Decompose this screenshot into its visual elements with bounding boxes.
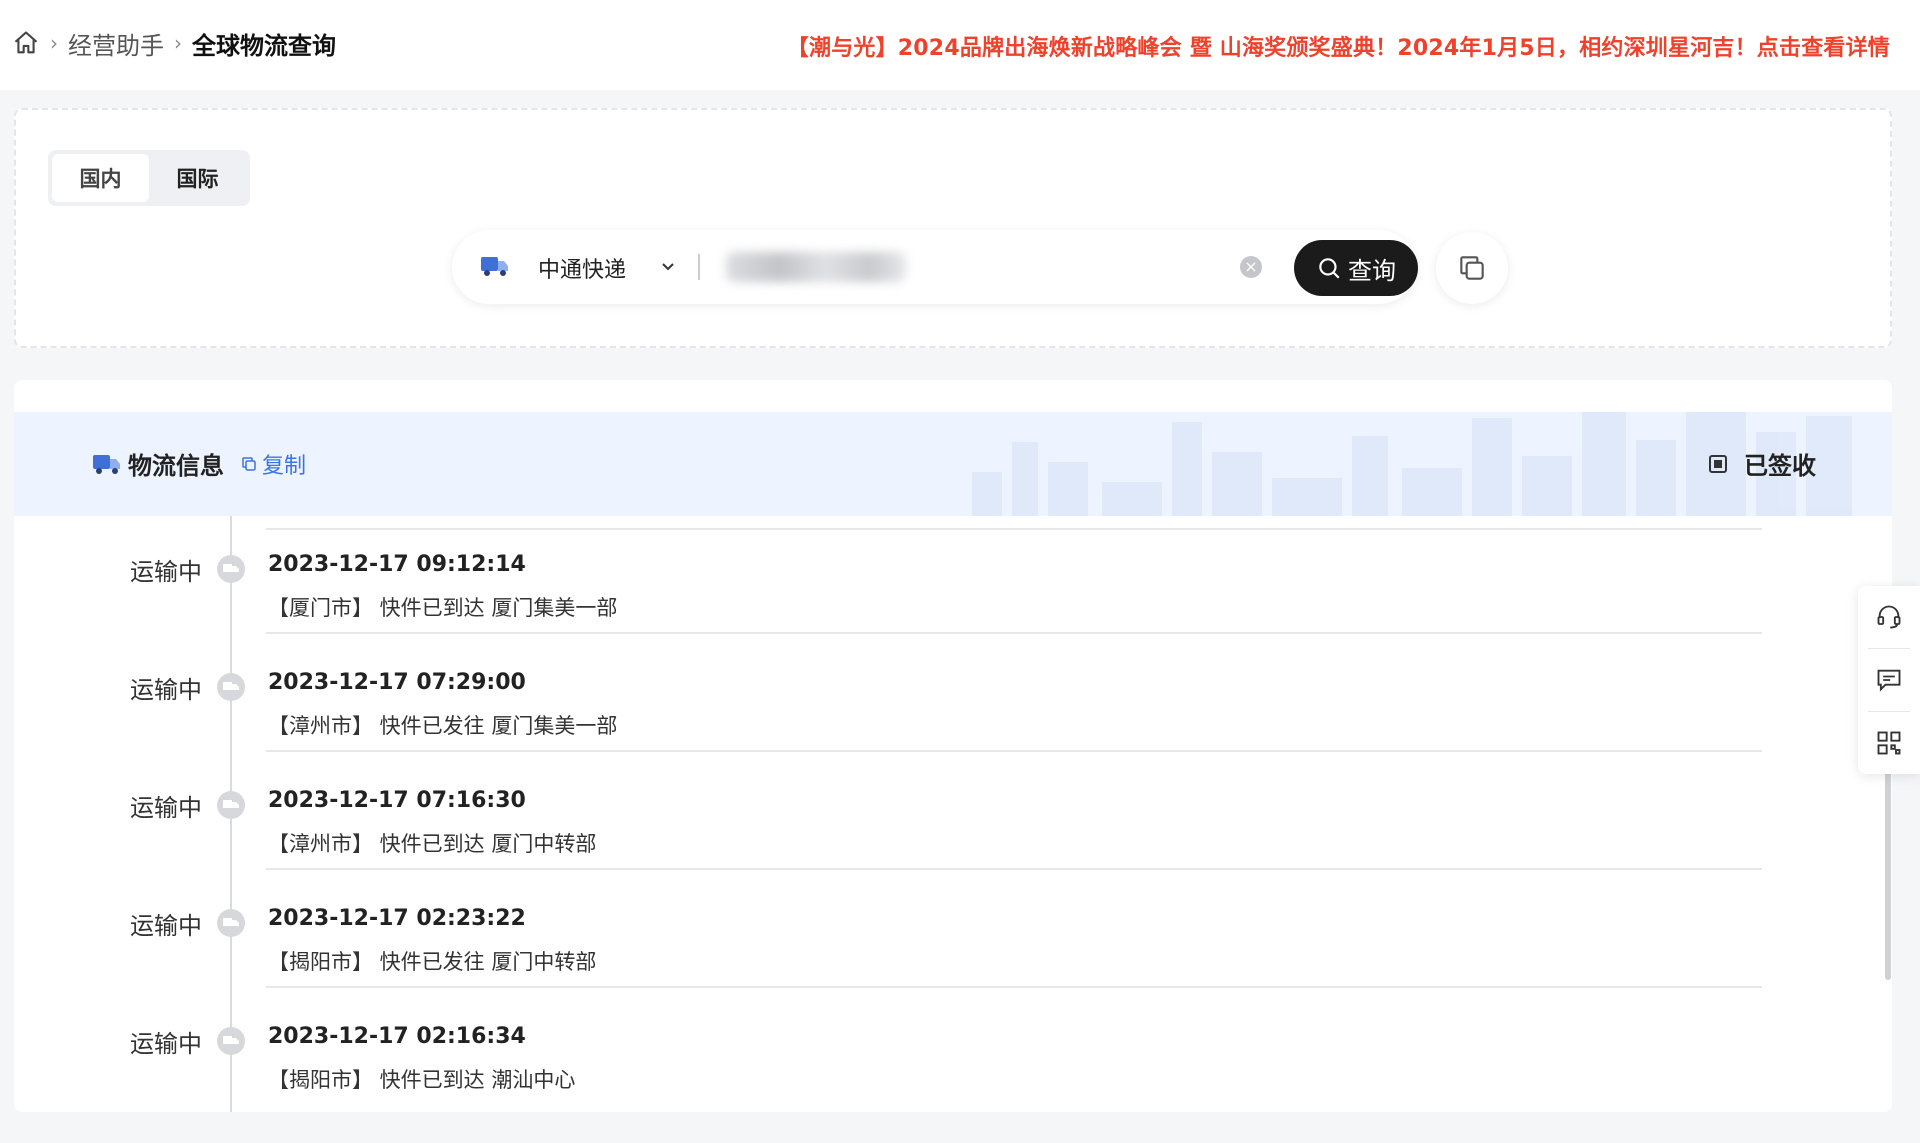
truck-dot-icon [217,1027,245,1055]
qrcode-icon[interactable] [1858,712,1920,774]
query-button[interactable]: 查询 [1294,240,1418,296]
floating-toolbar [1858,586,1920,774]
entry-status: 运输中 [130,1030,202,1058]
truck-dot-icon [217,555,245,583]
result-header: 物流信息 复制 已签收 [14,412,1892,516]
timeline-entry: 运输中 2023-12-17 07:29:00 【漳州市】 快件已发往 厦门集美… [14,634,1892,752]
clear-icon[interactable]: × [1240,256,1262,278]
top-header: › 经营助手 › 全球物流查询 【潮与光】2024品牌出海焕新战略峰会 暨 山海… [0,0,1920,90]
result-title-group: 物流信息 复制 [92,446,306,481]
home-icon[interactable] [12,29,40,57]
region-tabs: 国内 国际 [48,150,250,206]
truck-dot-icon [217,909,245,937]
timeline: 运输中 2023-12-17 09:12:14 【厦门市】 快件已到达 厦门集美… [14,516,1892,1112]
entry-time: 2023-12-17 09:12:14 [268,552,526,577]
search-icon [1319,258,1340,279]
entry-time: 2023-12-17 02:23:22 [268,906,526,931]
entry-desc: 【漳州市】 快件已发往 厦门集美一部 [268,714,618,738]
tab-international[interactable]: 国际 [149,154,246,202]
chevron-down-icon[interactable] [656,254,680,278]
entry-time: 2023-12-17 07:29:00 [268,670,526,695]
timeline-entry: 运输中 2023-12-17 07:16:30 【漳州市】 快件已到达 厦门中转… [14,752,1892,870]
timeline-entry: 运输中 2023-12-17 09:12:14 【厦门市】 快件已到达 厦门集美… [14,516,1892,634]
announcement-link[interactable]: 【潮与光】2024品牌出海焕新战略峰会 暨 山海奖颁奖盛典！2024年1月5日，… [787,30,1890,62]
carrier-select[interactable]: 中通快递 [538,252,626,284]
divider [698,254,700,280]
copy-link[interactable]: 复制 [240,448,306,480]
copy-link-label: 复制 [262,453,307,479]
result-title: 物流信息 [128,452,224,480]
truck-icon [93,454,120,474]
feedback-icon[interactable] [1858,649,1920,711]
entry-time: 2023-12-17 07:16:30 [268,788,526,813]
scrollbar[interactable] [1885,770,1891,980]
redacted-tracking-number [726,252,906,282]
entry-desc: 【厦门市】 快件已到达 厦门集美一部 [268,596,618,620]
entry-time: 2023-12-17 02:16:34 [268,1024,526,1049]
query-bar: 中通快递 × 查询 [452,230,1418,304]
copy-icon [242,456,256,471]
truck-icon [480,254,510,282]
signed-icon [1709,454,1727,473]
status-badge: 已签收 [1744,452,1816,480]
timeline-entry: 运输中 2023-12-17 02:16:34 【揭阳市】 快件已到达 潮汕中心 [14,988,1892,1106]
tab-domestic[interactable]: 国内 [52,154,149,202]
entry-desc: 【漳州市】 快件已到达 厦门中转部 [268,832,597,856]
logistics-result-panel: 物流信息 复制 已签收 运输中 2023-12-17 09:12:14 【厦门市… [14,380,1892,1112]
query-button-label: 查询 [1348,256,1396,285]
breadcrumb: › 经营助手 › 全球物流查询 [12,26,336,60]
page-title: 全球物流查询 [192,31,336,60]
customer-service-icon[interactable] [1858,586,1920,648]
truck-dot-icon [217,791,245,819]
chevron-right-icon: › [174,31,182,55]
entry-status: 运输中 [130,676,202,704]
timeline-entry: 运输中 2023-12-17 02:23:22 【揭阳市】 快件已发往 厦门中转… [14,870,1892,988]
entry-status: 运输中 [130,794,202,822]
chevron-right-icon: › [50,31,58,55]
breadcrumb-item[interactable]: 经营助手 [68,26,164,61]
delivery-status: 已签收 [1708,446,1816,481]
entry-status: 运输中 [130,558,202,586]
search-panel: 国内 国际 中通快递 × 查询 [14,108,1892,348]
entry-desc: 【揭阳市】 快件已发往 厦门中转部 [268,950,597,974]
entry-desc: 【揭阳市】 快件已到达 潮汕中心 [268,1068,576,1092]
entry-status: 运输中 [130,912,202,940]
copy-icon[interactable] [1436,232,1508,304]
truck-dot-icon [217,673,245,701]
